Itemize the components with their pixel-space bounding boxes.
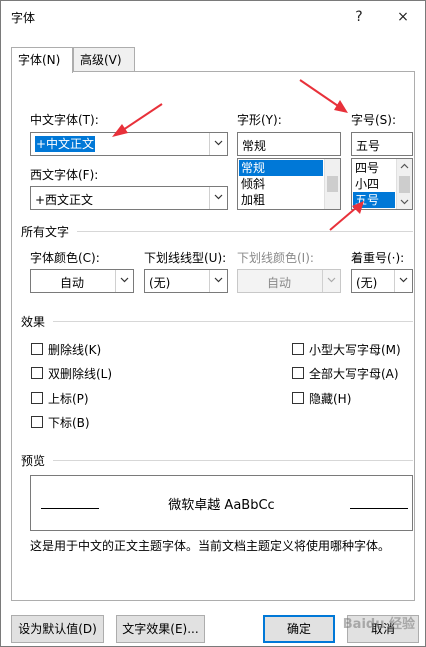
underline-color-label: 下划线颜色(I): [237, 251, 314, 265]
emphasis-dropdown[interactable] [394, 270, 412, 292]
cn-font-value[interactable]: +中文正文 [35, 136, 96, 152]
checkbox-box[interactable] [292, 343, 304, 355]
window-title: 字体 [11, 11, 36, 25]
size-input[interactable]: 五号 [351, 132, 413, 156]
font-color-combo[interactable]: 自动 [30, 269, 134, 293]
all-caps-checkbox[interactable]: 全部大写字母(A) [292, 365, 412, 381]
close-button[interactable]: × [391, 5, 415, 29]
ok-button[interactable]: 确定 [263, 615, 335, 643]
cn-font-label: 中文字体(T): [30, 113, 99, 127]
checkbox-box[interactable] [31, 416, 43, 428]
chevron-down-icon [214, 277, 223, 283]
chevron-down-icon [214, 140, 223, 146]
checkbox-box[interactable] [292, 367, 304, 379]
preview-box: 微软卓越 AaBbCc [30, 475, 413, 531]
chevron-down-icon [214, 194, 223, 200]
strikethrough-checkbox[interactable]: 删除线(K) [31, 341, 151, 357]
style-input[interactable]: 常规 [237, 132, 341, 156]
list-item[interactable]: 常规 [239, 160, 323, 176]
chevron-down-icon [327, 277, 336, 283]
font-color-dropdown[interactable] [115, 270, 133, 292]
set-default-button[interactable]: 设为默认值(D) [11, 615, 104, 643]
underline-style-dropdown[interactable] [209, 270, 227, 292]
scroll-down-icon[interactable] [397, 195, 412, 209]
checkbox-box[interactable] [31, 343, 43, 355]
checkbox-box[interactable] [292, 392, 304, 404]
text-effects-button[interactable]: 文字效果(E)... [116, 615, 205, 643]
west-font-value: +西文正文 [35, 193, 94, 207]
underline-color-dropdown [322, 270, 340, 292]
scroll-thumb[interactable] [327, 176, 338, 192]
size-label: 字号(S): [351, 113, 397, 127]
style-label: 字形(Y): [237, 113, 282, 127]
list-item[interactable]: 四号 [353, 160, 379, 176]
preview-description: 这是用于中文的正文主题字体。当前文档主题定义将使用哪种字体。 [30, 539, 391, 553]
style-scrollbar[interactable] [324, 159, 340, 209]
effects-section-title: 效果 [21, 313, 50, 330]
help-button[interactable]: ? [347, 5, 371, 29]
list-item[interactable]: 小四 [353, 176, 379, 192]
divider [53, 321, 413, 322]
list-item[interactable]: 五号 [353, 192, 395, 208]
preview-section-title: 预览 [21, 452, 50, 469]
title-bar: 字体 ? × [1, 1, 425, 33]
font-dialog: 字体 ? × 字体(N) 高级(V) 中文字体(T): +中文正文 西文字体(F… [0, 0, 426, 647]
subscript-checkbox[interactable]: 下标(B) [31, 414, 151, 430]
superscript-checkbox[interactable]: 上标(P) [31, 390, 151, 406]
emphasis-label: 着重号(·): [351, 251, 405, 265]
divider [77, 231, 413, 232]
size-listbox[interactable]: 四号 小四 五号 [351, 158, 413, 210]
hidden-checkbox[interactable]: 隐藏(H) [292, 390, 412, 406]
chevron-down-icon [120, 277, 129, 283]
watermark-logo: Baidu 经验 [342, 617, 415, 632]
double-strikethrough-checkbox[interactable]: 双删除线(L) [31, 365, 151, 381]
size-scrollbar[interactable] [396, 159, 412, 209]
preview-sample-text: 微软卓越 AaBbCc [168, 498, 275, 513]
chevron-down-icon [399, 277, 408, 283]
tab-font[interactable]: 字体(N) [11, 47, 73, 73]
underline-color-combo: 自动 [237, 269, 341, 293]
list-item[interactable]: 加粗 [239, 192, 265, 208]
font-color-label: 字体颜色(C): [30, 251, 100, 265]
list-item[interactable]: 倾斜 [239, 176, 265, 192]
west-font-label: 西文字体(F): [30, 168, 99, 182]
style-listbox[interactable]: 常规 倾斜 加粗 [237, 158, 341, 210]
divider [53, 460, 413, 461]
west-font-dropdown[interactable] [209, 187, 227, 209]
emphasis-combo[interactable]: (无) [351, 269, 413, 293]
cn-font-dropdown[interactable] [209, 133, 227, 155]
tab-advanced[interactable]: 高级(V) [73, 47, 135, 72]
scroll-up-icon[interactable] [397, 159, 412, 173]
preview-baseline-right [350, 508, 408, 509]
checkbox-box[interactable] [31, 392, 43, 404]
scroll-thumb[interactable] [399, 176, 410, 193]
underline-style-combo[interactable]: (无) [144, 269, 228, 293]
small-caps-checkbox[interactable]: 小型大写字母(M) [292, 341, 412, 357]
all-text-section-title: 所有文字 [21, 223, 74, 240]
underline-style-label: 下划线线型(U): [144, 251, 227, 265]
checkbox-box[interactable] [31, 367, 43, 379]
cn-font-combo[interactable]: +中文正文 [30, 132, 228, 156]
west-font-combo[interactable]: +西文正文 [30, 186, 228, 210]
